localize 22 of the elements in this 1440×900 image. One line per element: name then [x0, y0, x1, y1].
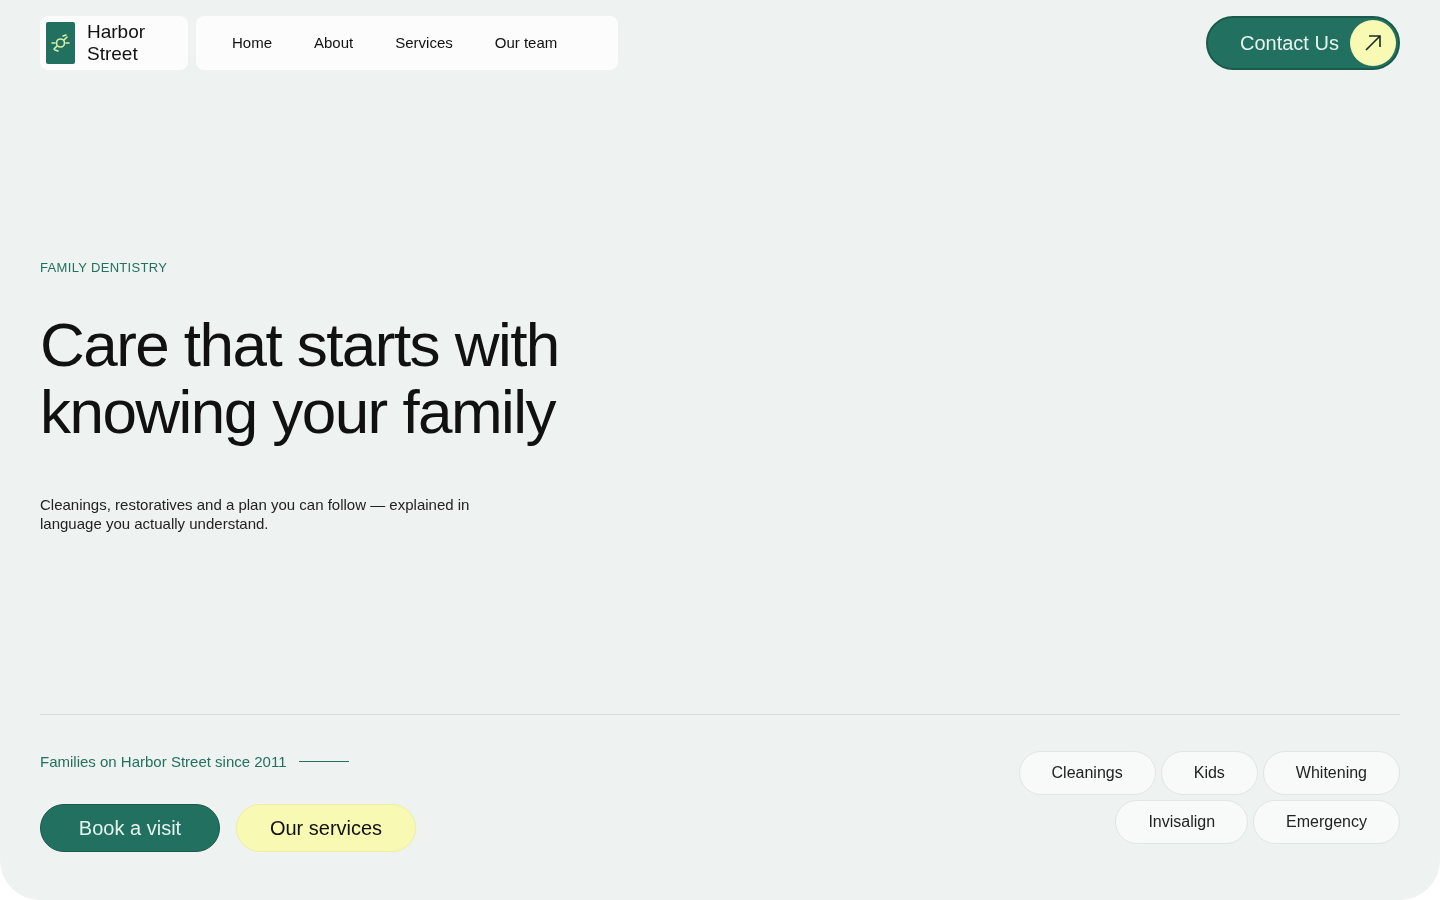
tagline-text: Families on Harbor Street since 2011: [40, 751, 287, 772]
nav-link[interactable]: Our team: [494, 31, 558, 55]
nav-link[interactable]: Services: [395, 31, 453, 55]
service-tag[interactable]: Cleanings: [1018, 750, 1156, 795]
hero-title-line: Care that starts with: [40, 310, 559, 378]
service-tag[interactable]: Invisalign: [1115, 799, 1249, 844]
tagline-rule: [298, 761, 349, 763]
service-tag[interactable]: Emergency: [1253, 799, 1400, 844]
nav-link[interactable]: About: [314, 31, 354, 55]
service-tag[interactable]: Whitening: [1262, 750, 1400, 795]
brand-name-line: Street: [87, 43, 139, 65]
eyebrow-text: FAMILY DENTISTRY: [40, 259, 169, 277]
services-button[interactable]: Our services: [236, 804, 416, 852]
logo-icon: [46, 22, 75, 64]
contact-button[interactable]: Contact Us: [1206, 16, 1400, 70]
brand-name-line: Harbor: [87, 21, 146, 43]
brand-card[interactable]: Harbor Street: [40, 16, 188, 70]
book-button[interactable]: Book a visit: [40, 804, 220, 852]
nav-link[interactable]: Home: [232, 31, 272, 55]
hero-title-line: knowing your family: [40, 377, 555, 445]
service-tag[interactable]: Kids: [1160, 750, 1258, 795]
hero-lead-text: Cleanings, restoratives and a plan you can follow — explained in language you actually understand.: [40, 494, 471, 533]
